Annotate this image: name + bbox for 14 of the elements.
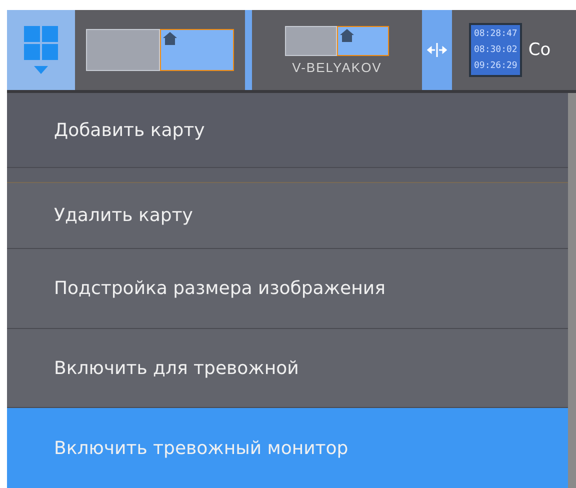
- menu-item[interactable]: Включить тревожный монитор: [7, 408, 568, 488]
- layout-preview-icon: [86, 29, 234, 71]
- menu-item[interactable]: Добавить карту: [7, 93, 568, 168]
- split-arrows-icon: [427, 43, 447, 57]
- time-text: 08:28:47: [474, 28, 518, 41]
- time-text: 09:26:29: [474, 60, 518, 73]
- grid-icon: [24, 26, 58, 60]
- time-text: 08:30:02: [474, 44, 518, 57]
- layout-preview-icon: [285, 26, 389, 56]
- toolbar-label: Co: [528, 40, 551, 60]
- split-arrows-button[interactable]: [422, 10, 452, 90]
- layouts-menu-button[interactable]: [7, 10, 75, 90]
- layout-button[interactable]: V-BELYAKOV: [252, 10, 422, 90]
- caret-icon: [34, 66, 48, 74]
